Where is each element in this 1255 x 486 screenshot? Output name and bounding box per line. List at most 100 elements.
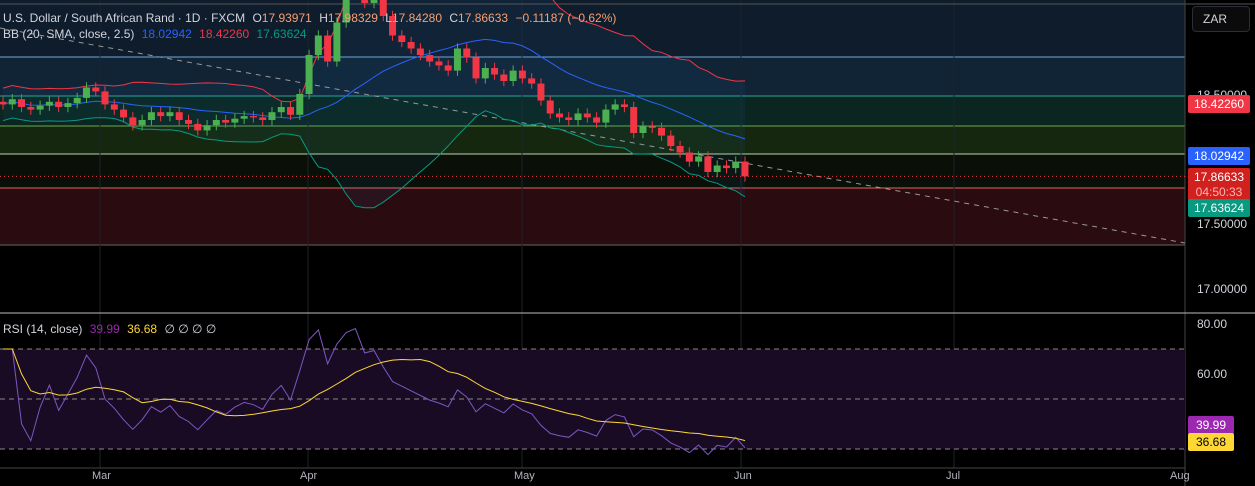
candle-body [398,35,406,42]
candle-body [305,55,313,94]
candle-body [620,104,628,107]
candle-body [18,99,26,107]
candle-body [444,65,452,71]
candle-body [287,107,295,115]
candle-body [166,112,174,117]
candle-body [528,78,536,84]
candle-body [240,116,248,119]
candle-body [685,152,693,162]
candle-body [518,70,526,79]
candle-body [741,161,749,177]
candle-body [82,87,90,98]
candle-body [101,91,109,105]
rsi-legend[interactable]: RSI (14, close) 39.99 36.68 ∅ ∅ ∅ ∅ [3,322,220,336]
candle-body [453,48,461,71]
candle-body [249,116,257,118]
candle-body [667,135,675,146]
candle-body [157,112,165,117]
price-zone [0,188,1185,245]
candle-body [333,22,341,62]
candle-body [509,70,517,81]
candle-body [463,48,471,58]
bb-basis-tag: 18.02942 [1188,147,1250,165]
low-value: 17.84280 [391,11,443,25]
candle-body [194,123,202,131]
candle-body [556,113,563,118]
bb-lower-tag: 17.63624 [1188,199,1250,217]
candle-body [407,42,415,49]
candle-body [713,165,721,172]
candle-body [676,146,684,153]
date-tick: May [514,470,535,482]
candle-body [324,35,332,62]
candle-body [222,120,230,123]
candle-body [611,104,619,110]
symbol-title: U.S. Dollar / South African Rand · 1D · … [3,11,246,25]
candle-body [277,107,285,113]
candle-body [546,100,554,114]
candle-body [639,126,647,133]
candle-body [722,165,730,169]
candle-body [129,117,137,126]
date-tick: Apr [300,470,318,482]
candle-body [231,118,239,123]
bb-upper-tag: 18.42260 [1188,95,1250,113]
candle-body [500,74,508,81]
rsi-tick: 60.00 [1197,367,1228,381]
rsi-tick: 80.00 [1197,317,1228,331]
candle-body [268,112,276,120]
candle-body [472,57,480,79]
candle-body [92,87,100,92]
candle-body [732,161,740,169]
rsi-tag: 39.99 [1188,416,1234,434]
candle-body [203,125,211,131]
candle-body [27,107,35,110]
candle-body [64,103,72,107]
candle-body [574,113,582,120]
candle-body [602,109,610,123]
candle-body [583,113,591,118]
candle-body [630,107,638,133]
candle-body [416,48,424,55]
candle-body [435,61,443,66]
candle-body [175,112,183,120]
price-zone [0,154,1185,188]
date-tick: Aug [1170,470,1190,482]
date-tick: Jul [946,470,961,482]
candle-body [185,120,192,124]
bar-countdown: 04:50:33 [1195,185,1243,199]
candle-body [695,156,703,162]
candle-body [314,35,322,55]
last-price-tag: 17.86633 04:50:33 [1188,168,1250,202]
open-value: 17.93971 [261,11,312,25]
candle-body [537,83,545,101]
candle-body [138,120,146,126]
candle-body [593,117,601,123]
candle-body [491,68,499,75]
candle-body [36,105,44,110]
candle-body [426,55,434,62]
currency-button[interactable]: ZAR [1192,6,1250,32]
close-value: 17.86633 [458,11,509,25]
price-chart[interactable] [0,0,1255,486]
candle-body [110,104,118,110]
candle-body [212,120,220,126]
candle-body [73,97,81,104]
candle-body [0,101,7,105]
candle-body [658,127,666,136]
candle-body [147,112,155,120]
price-tick: 17.50000 [1197,217,1248,231]
candle-body [704,156,712,172]
candle-body [565,117,573,120]
candle-body [55,101,63,107]
candle-body [45,101,53,106]
symbol-legend: U.S. Dollar / South African Rand · 1D · … [3,11,617,25]
candle-body [361,0,369,3]
bb-legend[interactable]: BB (20, SMA, close, 2.5) 18.02942 18.422… [3,27,311,41]
high-value: 17.98329 [327,11,378,25]
candle-body [8,99,16,105]
rsi-ma-tag: 36.68 [1188,433,1234,451]
price-tick: 17.00000 [1197,282,1248,296]
candle-body [648,126,656,128]
date-tick: Jun [734,470,752,482]
